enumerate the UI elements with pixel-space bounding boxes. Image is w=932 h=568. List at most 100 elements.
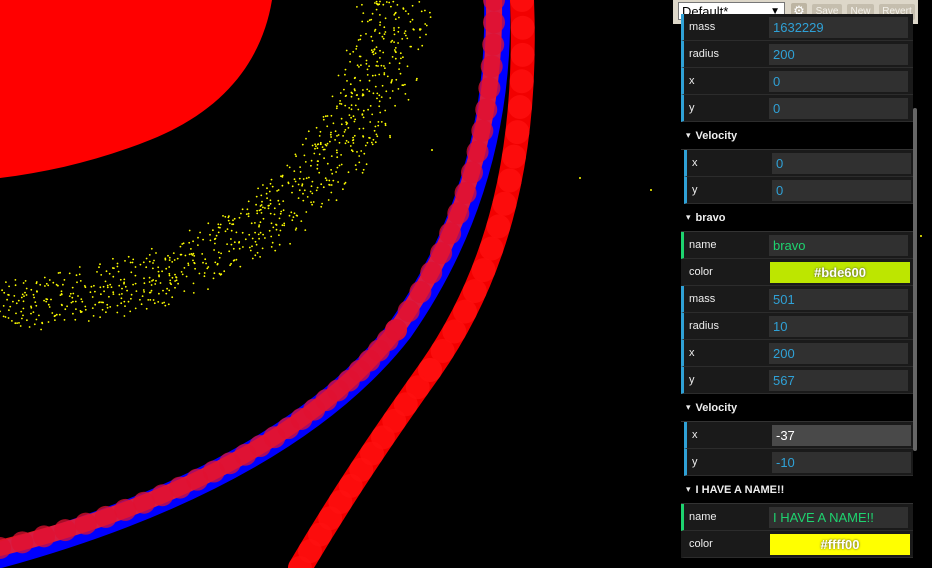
particle xyxy=(310,159,313,162)
number-input[interactable]: -10 xyxy=(772,452,911,473)
particle xyxy=(199,231,202,234)
particle xyxy=(41,321,43,324)
particle xyxy=(177,282,180,285)
particle xyxy=(368,19,371,22)
number-input[interactable]: 0 xyxy=(769,98,908,119)
particle xyxy=(264,207,266,209)
particle xyxy=(18,322,20,324)
particle xyxy=(134,307,137,310)
particle xyxy=(143,291,146,293)
number-input[interactable]: 501 xyxy=(769,289,908,310)
folder-velocity[interactable]: Velocity xyxy=(681,394,913,422)
red-bead xyxy=(471,119,494,142)
particle xyxy=(33,296,35,299)
red-bead xyxy=(397,300,420,323)
red-bead xyxy=(409,281,432,304)
particle xyxy=(339,100,341,102)
controller-row-x: x 200 xyxy=(681,340,913,367)
particle xyxy=(350,116,352,119)
particle xyxy=(34,301,37,303)
particle xyxy=(267,207,270,210)
particle xyxy=(25,294,28,296)
particle xyxy=(48,279,51,281)
particle xyxy=(340,117,343,120)
number-input[interactable]: 567 xyxy=(769,370,908,391)
particle xyxy=(429,11,431,14)
particle xyxy=(395,78,398,81)
particle xyxy=(84,305,87,308)
particle xyxy=(325,144,328,147)
particle xyxy=(291,185,294,188)
stray-particle xyxy=(920,235,922,237)
particle xyxy=(313,152,316,155)
particle xyxy=(63,279,66,281)
color-swatch[interactable]: #bde600 xyxy=(770,262,910,283)
particle xyxy=(355,168,358,171)
particle xyxy=(106,284,109,287)
particle xyxy=(345,139,348,142)
particle xyxy=(314,147,316,150)
particle xyxy=(347,127,350,129)
number-input[interactable]: 0 xyxy=(769,71,908,92)
particle xyxy=(30,288,33,291)
particle xyxy=(54,314,57,317)
particle xyxy=(230,238,232,240)
particle xyxy=(71,296,74,299)
red-bead-outer xyxy=(510,42,535,67)
particle xyxy=(281,174,284,177)
particle xyxy=(357,108,360,111)
particle xyxy=(0,310,1,313)
color-swatch[interactable]: #ffff00 xyxy=(770,534,910,555)
particle xyxy=(159,282,162,284)
particle xyxy=(343,131,346,133)
particle xyxy=(241,231,244,234)
particle xyxy=(344,142,347,145)
particle xyxy=(130,297,132,300)
stray-particle xyxy=(650,189,652,191)
controller-row-y: y 567 xyxy=(681,367,913,394)
particle xyxy=(254,222,256,224)
panel-scrollbar[interactable] xyxy=(913,108,917,451)
particle xyxy=(155,252,157,254)
particle xyxy=(330,184,333,186)
number-input[interactable]: 200 xyxy=(769,44,908,65)
particle xyxy=(214,237,217,240)
particle xyxy=(105,270,108,273)
number-input[interactable]: 1632229 xyxy=(769,17,908,38)
folder-bravo[interactable]: bravo xyxy=(681,204,913,232)
particle xyxy=(346,80,348,82)
particle xyxy=(336,156,339,159)
particle xyxy=(69,292,72,295)
particle xyxy=(361,171,364,174)
particle xyxy=(111,267,114,269)
number-input[interactable]: 10 xyxy=(769,316,908,337)
particle xyxy=(281,184,284,187)
particle xyxy=(378,100,381,103)
particle xyxy=(278,203,281,206)
particle xyxy=(326,125,329,128)
number-input[interactable]: 0 xyxy=(772,153,911,174)
particle xyxy=(19,325,22,327)
number-input[interactable]: 0 xyxy=(772,180,911,201)
particle xyxy=(358,155,361,157)
folder-i-have-a-name[interactable]: I HAVE A NAME!! xyxy=(681,476,913,504)
particle xyxy=(318,153,321,156)
particle xyxy=(326,115,329,117)
particle xyxy=(129,261,132,264)
particle xyxy=(411,4,414,7)
particle xyxy=(248,233,251,236)
particle xyxy=(150,284,153,286)
folder-velocity[interactable]: Velocity xyxy=(681,122,913,150)
particle xyxy=(316,147,319,150)
number-input[interactable]: 200 xyxy=(769,343,908,364)
particle xyxy=(260,194,263,197)
particle xyxy=(361,93,364,95)
particle xyxy=(273,207,276,210)
particle xyxy=(389,136,391,139)
number-input[interactable]: -37 xyxy=(772,425,911,446)
text-input[interactable]: I HAVE A NAME!! xyxy=(769,507,908,528)
particle xyxy=(251,237,254,240)
text-input[interactable]: bravo xyxy=(769,235,908,256)
particle xyxy=(429,16,432,18)
particle xyxy=(272,226,275,229)
